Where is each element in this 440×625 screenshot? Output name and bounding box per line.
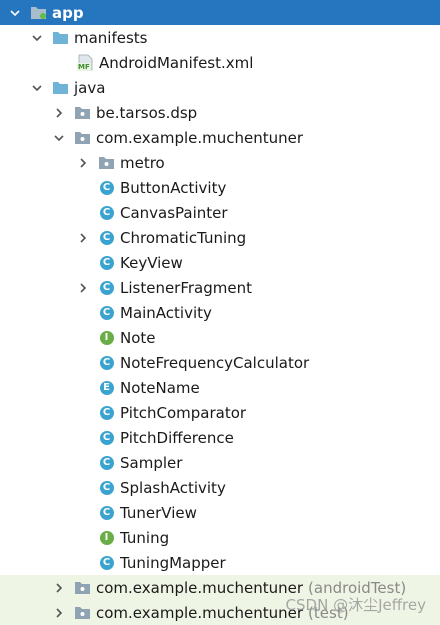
tree-item-class-canvas-painter[interactable]: C CanvasPainter <box>0 200 440 225</box>
tree-item-label: TuningMapper <box>120 553 226 572</box>
class-icon: C <box>98 204 115 221</box>
chevron-right-icon[interactable] <box>52 581 66 595</box>
tree-item-class-pitch-difference[interactable]: C PitchDifference <box>0 425 440 450</box>
tree-item-package-main[interactable]: com.example.muchentuner <box>0 125 440 150</box>
interface-icon: I <box>98 529 115 546</box>
tree-item-class-note-frequency-calculator[interactable]: C NoteFrequencyCalculator <box>0 350 440 375</box>
tree-item-label: MainActivity <box>120 303 212 322</box>
tree-item-label: CanvasPainter <box>120 203 228 222</box>
module-folder-icon <box>30 4 47 21</box>
tree-item-class-tuner-view[interactable]: C TunerView <box>0 500 440 525</box>
manifest-badge: MF <box>77 63 91 71</box>
chevron-down-icon[interactable] <box>30 81 44 95</box>
chevron-down-icon[interactable] <box>30 31 44 45</box>
tree-item-label: AndroidManifest.xml <box>99 53 254 72</box>
tree-item-label: ChromaticTuning <box>120 228 247 247</box>
class-icon: C <box>98 179 115 196</box>
tree-item-label: PitchDifference <box>120 428 234 447</box>
tree-item-interface-tuning[interactable]: I Tuning <box>0 525 440 550</box>
class-icon: C <box>98 254 115 271</box>
tree-item-label: KeyView <box>120 253 183 272</box>
tree-item-interface-note[interactable]: I Note <box>0 325 440 350</box>
class-icon: C <box>98 279 115 296</box>
tree-item-package-tarsos[interactable]: be.tarsos.dsp <box>0 100 440 125</box>
chevron-down-icon[interactable] <box>8 6 22 20</box>
tree-item-label: TunerView <box>120 503 197 522</box>
tree-item-class-splash-activity[interactable]: C SplashActivity <box>0 475 440 500</box>
tree-item-label: com.example.muchentuner <box>96 128 304 147</box>
tree-item-label: NoteName <box>120 378 200 397</box>
tree-item-package-metro[interactable]: metro <box>0 150 440 175</box>
class-icon: C <box>98 354 115 371</box>
package-icon <box>98 154 115 171</box>
tree-item-label: SplashActivity <box>120 478 226 497</box>
tree-item-class-key-view[interactable]: C KeyView <box>0 250 440 275</box>
chevron-right-icon[interactable] <box>52 106 66 120</box>
tree-item-label: ListenerFragment <box>120 278 252 297</box>
class-icon: C <box>98 229 115 246</box>
tree-item-manifests[interactable]: manifests <box>0 25 440 50</box>
tree-item-java[interactable]: java <box>0 75 440 100</box>
tree-item-app[interactable]: app <box>0 0 440 25</box>
chevron-right-icon[interactable] <box>52 606 66 620</box>
tree-item-class-listener-fragment[interactable]: C ListenerFragment <box>0 275 440 300</box>
tree-item-label: java <box>74 78 106 97</box>
tree-item-class-main-activity[interactable]: C MainActivity <box>0 300 440 325</box>
tree-item-class-chromatic-tuning[interactable]: C ChromaticTuning <box>0 225 440 250</box>
class-icon: C <box>98 429 115 446</box>
class-icon: C <box>98 304 115 321</box>
tree-item-label: ButtonActivity <box>120 178 227 197</box>
tree-item-label: Note <box>120 328 156 347</box>
folder-icon <box>52 79 69 96</box>
interface-icon: I <box>98 329 115 346</box>
class-icon: C <box>98 504 115 521</box>
tree-item-label: com.example.muchentuner <box>96 603 304 622</box>
class-icon: C <box>98 454 115 471</box>
package-icon <box>74 604 91 621</box>
package-icon <box>74 129 91 146</box>
tree-item-label: com.example.muchentuner <box>96 578 304 597</box>
tree-item-android-manifest[interactable]: MF AndroidManifest.xml <box>0 50 440 75</box>
tree-item-class-button-activity[interactable]: C ButtonActivity <box>0 175 440 200</box>
tree-item-label: NoteFrequencyCalculator <box>120 353 310 372</box>
class-icon: C <box>98 404 115 421</box>
tree-item-label: app <box>52 3 84 22</box>
tree-item-label: metro <box>120 153 165 172</box>
tree-item-label: manifests <box>74 28 148 47</box>
tree-item-class-tuning-mapper[interactable]: C TuningMapper <box>0 550 440 575</box>
class-icon: C <box>98 554 115 571</box>
package-icon <box>74 579 91 596</box>
enum-icon: E <box>98 379 115 396</box>
class-icon: C <box>98 479 115 496</box>
tree-item-enum-note-name[interactable]: E NoteName <box>0 375 440 400</box>
chevron-right-icon[interactable] <box>76 156 90 170</box>
watermark: CSDN @沐尘Jeffrey <box>285 596 426 614</box>
tree-item-label: be.tarsos.dsp <box>96 103 198 122</box>
tree-item-label: PitchComparator <box>120 403 247 422</box>
chevron-right-icon[interactable] <box>76 231 90 245</box>
chevron-down-icon[interactable] <box>52 131 66 145</box>
folder-icon <box>52 29 69 46</box>
package-icon <box>74 104 91 121</box>
tree-item-label: Tuning <box>120 528 170 547</box>
tree-item-class-sampler[interactable]: C Sampler <box>0 450 440 475</box>
chevron-right-icon[interactable] <box>76 281 90 295</box>
tree-item-label: Sampler <box>120 453 183 472</box>
tree-item-class-pitch-comparator[interactable]: C PitchComparator <box>0 400 440 425</box>
manifest-file-icon: MF <box>77 54 94 71</box>
